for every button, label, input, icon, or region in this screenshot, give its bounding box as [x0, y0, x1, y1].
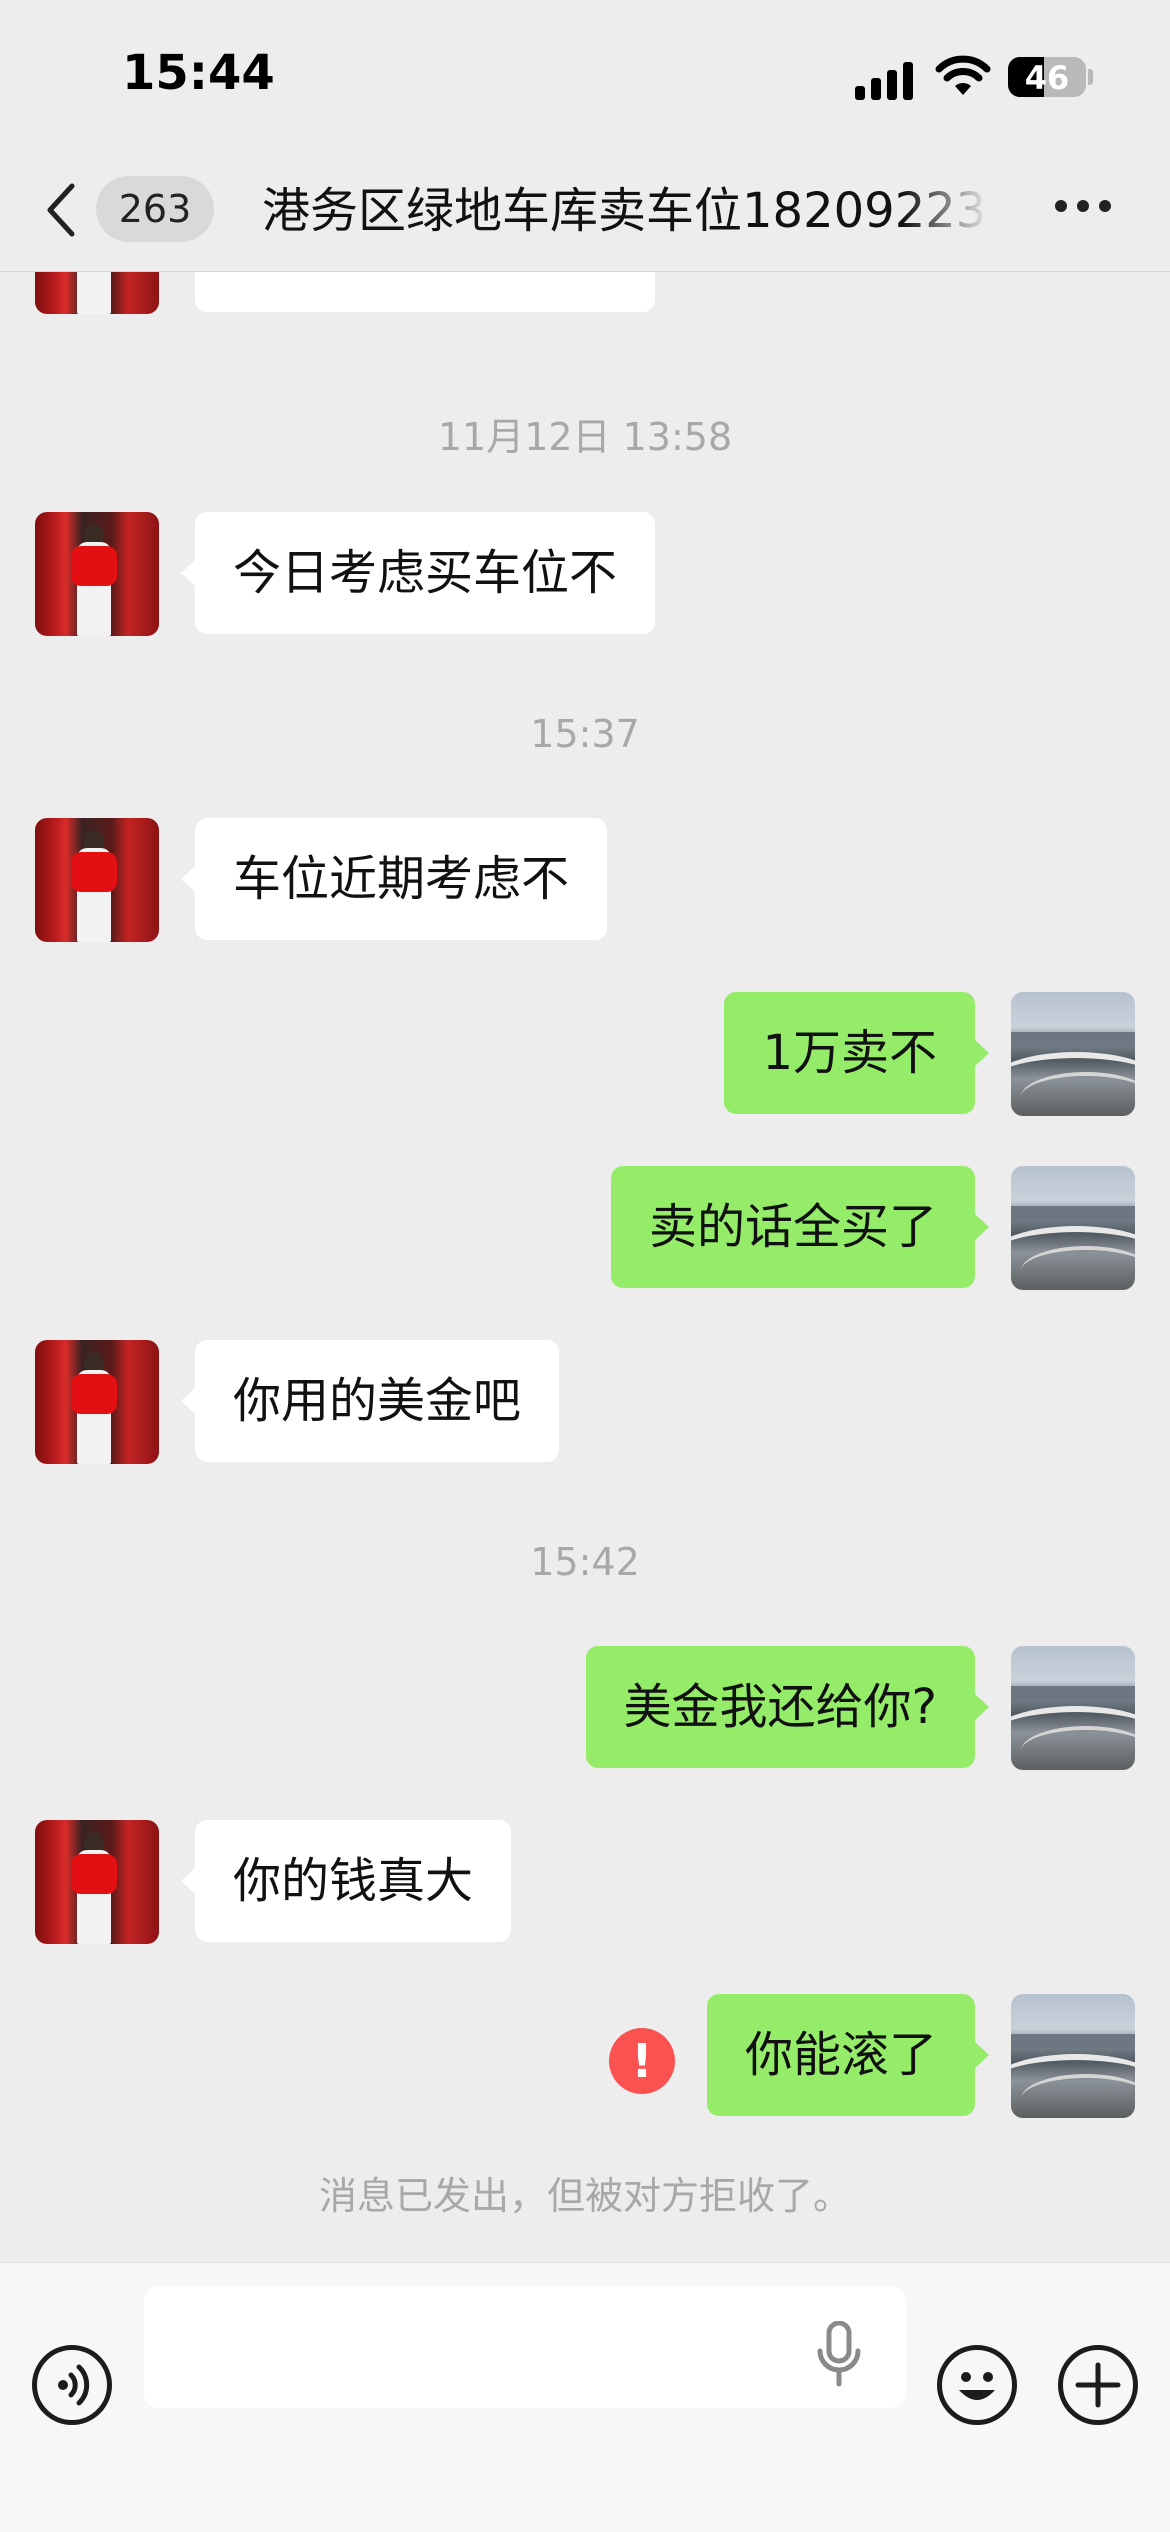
more-dots-icon[interactable] — [1055, 200, 1115, 216]
message-bubble-out[interactable]: 卖的话全买了 — [610, 1166, 990, 1288]
status-bar: 15:44 46 — [0, 0, 1170, 150]
message-timestamp: 11月12日 13:58 — [437, 415, 733, 459]
message-input[interactable] — [144, 2286, 906, 2408]
chat-nav-bar: 263 港务区绿地车库卖车位18209223 — [0, 150, 1170, 272]
input-bar — [0, 2262, 1170, 2532]
my-avatar[interactable] — [1011, 1994, 1135, 2118]
my-avatar[interactable] — [1011, 1646, 1135, 1770]
my-avatar[interactable] — [1011, 1166, 1135, 1290]
contact-avatar[interactable] — [35, 512, 159, 636]
battery-level: 46 — [1024, 59, 1070, 97]
cellular-signal-icon — [855, 60, 915, 100]
message-bubble-in[interactable]: 你用的美金吧 — [180, 1340, 560, 1462]
message-bubble-in[interactable]: 车位近期考虑不 — [180, 818, 608, 940]
message-bubble-out[interactable]: 美金我还给你? — [585, 1646, 990, 1768]
message-bubble-in[interactable]: 你的钱真大 — [180, 1820, 512, 1942]
message-list[interactable]: 最近车位还考虑不 11月12日 13:58 今日考虑买车位不 15:37 车位近… — [0, 272, 1170, 2262]
battery-cap — [1088, 69, 1093, 85]
message-bubble-out[interactable]: 1万卖不 — [724, 992, 989, 1114]
voice-toggle-icon[interactable] — [32, 2345, 112, 2425]
battery-icon: 46 — [1008, 57, 1086, 97]
message-bubble-in[interactable]: 今日考虑买车位不 — [180, 512, 656, 634]
contact-avatar[interactable] — [35, 272, 159, 314]
contact-avatar[interactable] — [35, 1820, 159, 1944]
microphone-icon[interactable] — [812, 2321, 866, 2387]
message-timestamp: 15:42 — [530, 1540, 640, 1584]
unread-count-badge[interactable]: 263 — [96, 176, 214, 242]
message-bubble-in[interactable]: 最近车位还考虑不 — [195, 272, 656, 312]
message-bubble-out[interactable]: 你能滚了 — [706, 1994, 990, 2116]
plus-icon[interactable] — [1058, 2345, 1138, 2425]
rejected-notice: 消息已发出，但被对方拒收了。 — [318, 2174, 851, 2218]
wifi-icon — [935, 55, 991, 95]
status-time: 15:44 — [122, 45, 275, 101]
chevron-left-icon[interactable] — [42, 180, 82, 240]
message-timestamp: 15:37 — [530, 712, 640, 756]
contact-avatar[interactable] — [35, 1340, 159, 1464]
chat-title: 港务区绿地车库卖车位18209223 — [262, 183, 987, 239]
emoji-icon[interactable] — [937, 2345, 1017, 2425]
my-avatar[interactable] — [1011, 992, 1135, 1116]
contact-avatar[interactable] — [35, 818, 159, 942]
send-failed-icon[interactable]: ! — [609, 2028, 675, 2094]
